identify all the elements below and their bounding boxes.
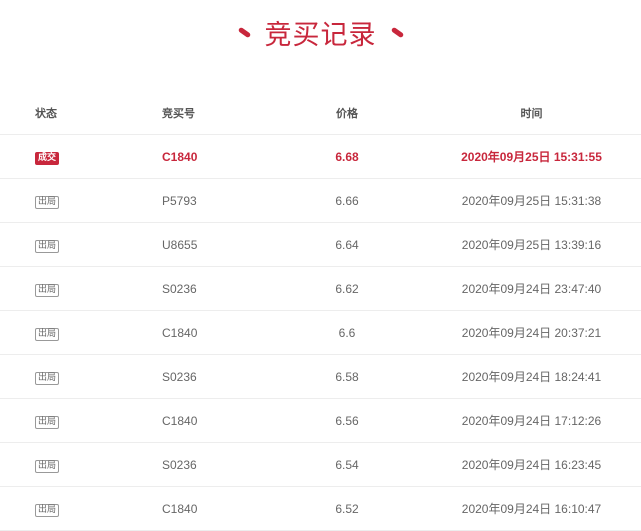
bid-price: 6.68	[335, 149, 359, 164]
table-row: 出局 P5793 6.66 2020年09月25日 15:31:38	[0, 179, 641, 223]
decorative-dash-icon	[237, 26, 251, 38]
column-header-status: 状态	[35, 107, 57, 120]
bid-code: S0236	[162, 369, 197, 384]
bid-code: U8655	[162, 237, 198, 252]
bid-time: 2020年09月24日 16:23:45	[461, 458, 602, 472]
table-row: 出局 C1840 6.56 2020年09月24日 17:12:26	[0, 399, 641, 443]
table-row: 成交 C1840 6.68 2020年09月25日 15:31:55	[0, 135, 641, 179]
bid-code: S0236	[162, 281, 197, 296]
bid-code: C1840	[162, 501, 198, 516]
bid-code: C1840	[162, 413, 198, 428]
bid-time: 2020年09月24日 20:37:21	[461, 326, 602, 340]
bid-code: S0236	[162, 457, 197, 472]
bid-time: 2020年09月25日 13:39:16	[461, 238, 602, 252]
bid-time: 2020年09月25日 15:31:38	[461, 194, 602, 208]
status-badge: 出局	[35, 195, 60, 209]
status-badge: 出局	[35, 459, 60, 473]
bid-time: 2020年09月24日 17:12:26	[461, 414, 602, 428]
column-header-time: 时间	[520, 107, 543, 120]
table-header: 状态 竞买号 价格 时间	[0, 91, 641, 135]
bid-code: C1840	[162, 149, 198, 164]
table-row: 出局 S0236 6.62 2020年09月24日 23:47:40	[0, 267, 641, 311]
title-bar: 竞买记录	[0, 14, 641, 51]
table-row: 出局 C1840 6.6 2020年09月24日 20:37:21	[0, 311, 641, 355]
bid-time: 2020年09月25日 15:31:55	[461, 150, 602, 164]
decorative-dash-icon	[390, 26, 404, 38]
bid-code: P5793	[162, 193, 197, 208]
table-row: 出局 S0236 6.54 2020年09月24日 16:23:45	[0, 443, 641, 487]
status-badge: 出局	[35, 503, 60, 517]
table-row: 出局 U8655 6.64 2020年09月25日 13:39:16	[0, 223, 641, 267]
column-header-code: 竞买号	[162, 107, 195, 120]
bid-time: 2020年09月24日 23:47:40	[461, 282, 602, 296]
bid-time: 2020年09月24日 16:10:47	[461, 502, 602, 516]
table-row: 出局 C1840 6.52 2020年09月24日 16:10:47	[0, 487, 641, 531]
bid-record-table: 状态 竞买号 价格 时间 成交 C1840 6.68 2020年09月25日 1…	[0, 91, 641, 531]
bid-price: 6.56	[335, 413, 359, 428]
status-badge: 出局	[35, 239, 60, 253]
bid-price: 6.58	[335, 369, 359, 384]
bid-time: 2020年09月24日 18:24:41	[461, 370, 602, 384]
bid-code: C1840	[162, 325, 198, 340]
status-badge: 出局	[35, 327, 60, 341]
bid-price: 6.62	[335, 281, 359, 296]
table-row: 出局 S0236 6.58 2020年09月24日 18:24:41	[0, 355, 641, 399]
bid-price: 6.64	[335, 237, 359, 252]
bid-price: 6.54	[335, 457, 359, 472]
status-badge: 出局	[35, 283, 60, 297]
status-badge: 出局	[35, 415, 60, 429]
bid-price: 6.52	[335, 501, 359, 516]
bid-price: 6.66	[335, 193, 359, 208]
page-title: 竞买记录	[264, 19, 377, 51]
status-badge: 出局	[35, 371, 60, 385]
column-header-price: 价格	[336, 107, 358, 120]
bid-price: 6.6	[338, 325, 356, 340]
status-badge: 成交	[35, 151, 60, 165]
